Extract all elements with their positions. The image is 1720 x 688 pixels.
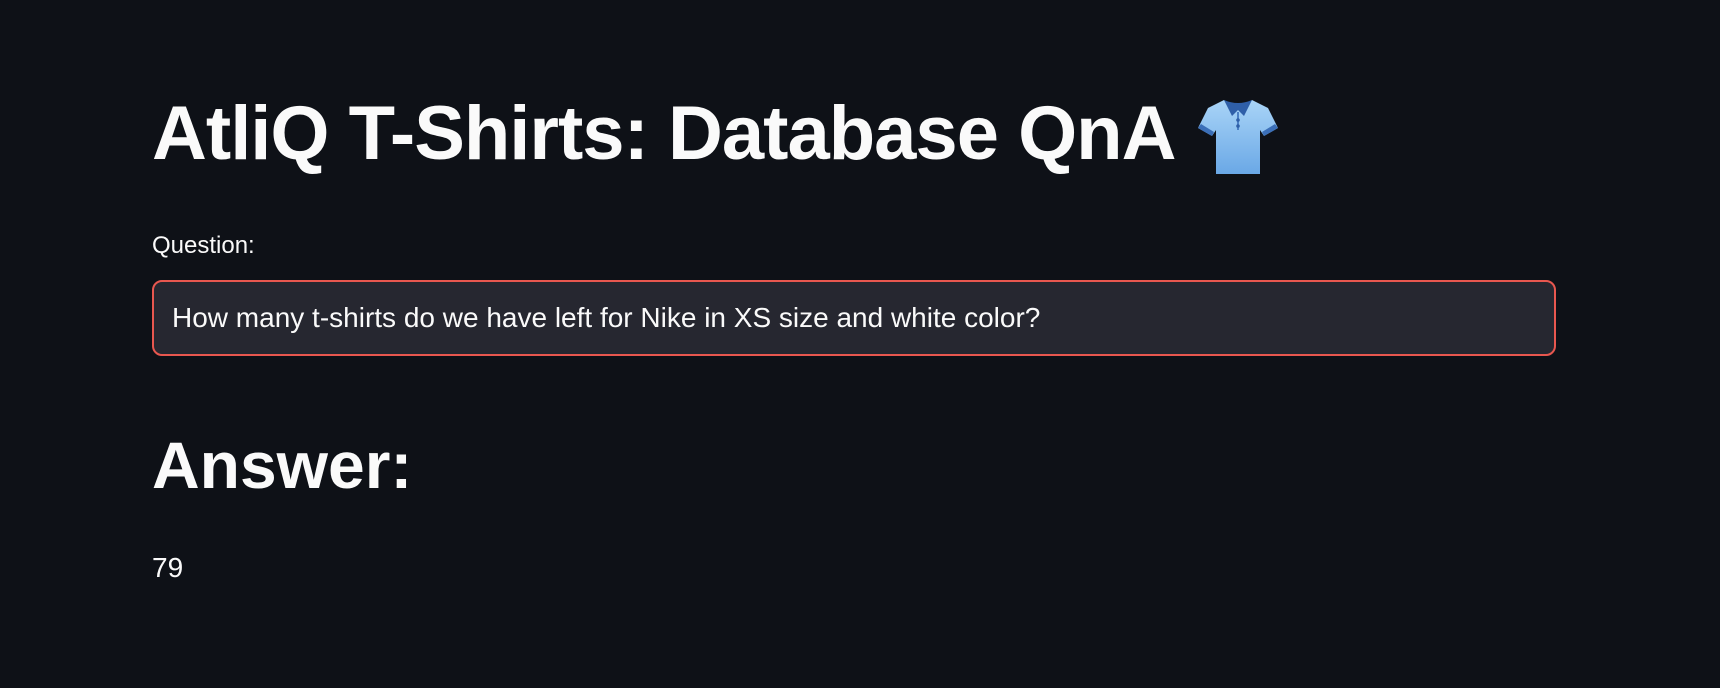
question-label: Question:	[152, 232, 255, 259]
answer-value: 79	[152, 552, 184, 583]
question-input[interactable]	[154, 282, 1554, 354]
title-row: AtliQ T-Shirts: Database QnA	[152, 90, 1282, 178]
page-title: AtliQ T-Shirts: Database QnA	[152, 91, 1176, 176]
question-input-container[interactable]	[152, 280, 1556, 356]
answer-heading: Answer:	[152, 428, 413, 502]
polo-shirt-icon	[1194, 90, 1282, 178]
app-root: AtliQ T-Shirts: Database QnA Question: H…	[0, 0, 1720, 688]
